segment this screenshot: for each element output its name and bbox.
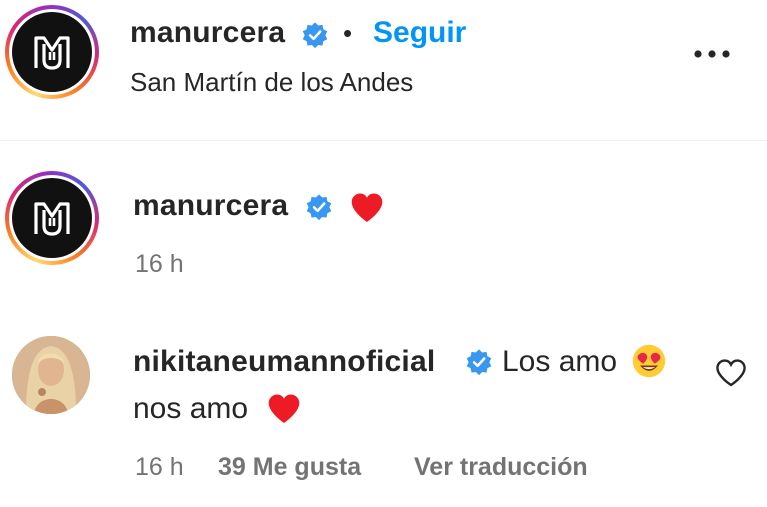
- person-photo-icon: [12, 336, 90, 414]
- translate-button[interactable]: Ver traducción: [414, 453, 588, 482]
- heart-eyes-emoji-icon: [632, 344, 666, 378]
- avatar-border: [9, 9, 95, 95]
- caption-avatar[interactable]: [5, 171, 99, 265]
- comment-text-line2: nos amo: [133, 392, 249, 425]
- verified-badge-icon: [302, 22, 328, 49]
- comment-username[interactable]: nikitaneumannoficial: [133, 345, 435, 379]
- header-divider: [0, 140, 767, 141]
- brand-logo: [12, 12, 92, 92]
- more-options-icon[interactable]: [692, 44, 732, 64]
- profile-avatar[interactable]: [5, 5, 99, 99]
- heart-outline-icon[interactable]: [715, 358, 747, 388]
- red-heart-emoji-icon: [268, 394, 300, 423]
- avatar-border: [9, 175, 95, 261]
- verified-badge-icon: [306, 194, 332, 221]
- header-username[interactable]: manurcera: [130, 16, 285, 50]
- mu-logo-icon: [34, 36, 70, 70]
- comment-timestamp[interactable]: 16 h: [135, 453, 184, 482]
- red-heart-emoji-icon: [351, 193, 383, 222]
- comment-text-line1: Los amo: [502, 345, 618, 378]
- separator-dot: •: [343, 18, 353, 48]
- post-location[interactable]: San Martín de los Andes: [130, 67, 413, 98]
- caption-timestamp[interactable]: 16 h: [135, 250, 184, 279]
- brand-logo: [12, 178, 92, 258]
- comment-likes-count[interactable]: 39 Me gusta: [218, 453, 361, 482]
- post-header: manurcera • Seguir San Martín de los And…: [0, 0, 767, 140]
- mu-logo-icon: [34, 202, 70, 236]
- commenter-avatar[interactable]: [12, 336, 90, 414]
- verified-badge-icon: [466, 349, 492, 376]
- follow-button[interactable]: Seguir: [373, 16, 466, 50]
- caption-username[interactable]: manurcera: [133, 189, 288, 223]
